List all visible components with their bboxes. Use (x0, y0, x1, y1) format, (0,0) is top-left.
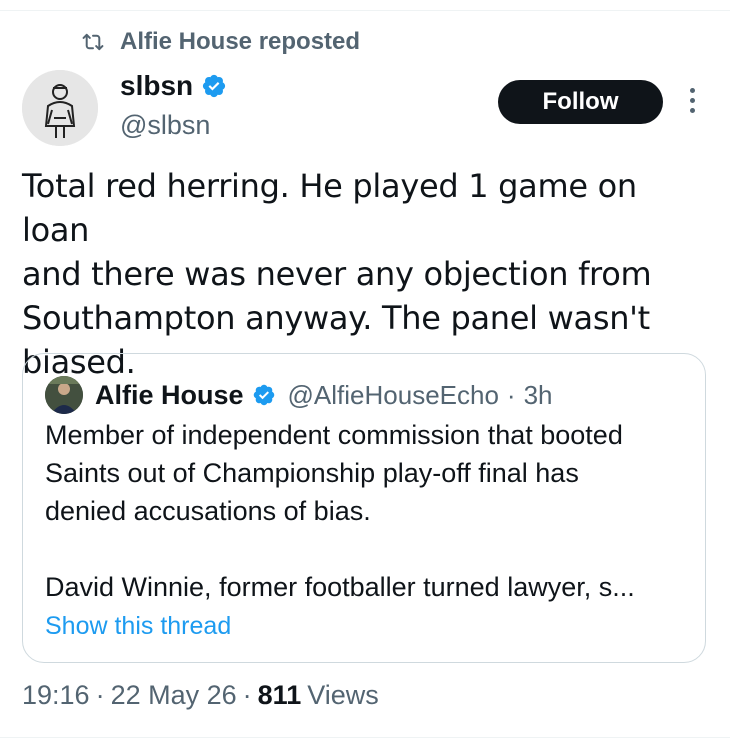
follow-button[interactable]: Follow (498, 80, 663, 124)
quoted-timestamp: 3h (523, 379, 553, 410)
meta-separator: · (95, 680, 105, 710)
meta-separator: · (242, 680, 252, 710)
views-label: Views (307, 680, 379, 710)
author-block: slbsn @slbsn (120, 70, 227, 141)
quoted-author-name: Alfie House (95, 379, 244, 410)
author-name[interactable]: slbsn (120, 70, 193, 102)
more-options-icon[interactable] (686, 88, 698, 116)
quoted-post-header: Alfie House @AlfieHouseEcho · 3h (45, 376, 553, 414)
top-divider (0, 10, 730, 11)
avatar[interactable] (22, 70, 98, 146)
views-count: 811 (257, 680, 302, 710)
post-date[interactable]: 22 May 26 (111, 680, 237, 711)
quoted-post-text-continued: David Winnie, former footballer turned l… (45, 572, 635, 602)
quoted-avatar (45, 376, 83, 414)
quoted-post[interactable]: Alfie House @AlfieHouseEcho · 3h Member … (22, 353, 706, 663)
quoted-author-handle: @AlfieHouseEcho (287, 379, 499, 410)
quoted-separator: · (506, 379, 516, 410)
quoted-post-text: Member of independent commission that bo… (45, 420, 623, 526)
post-text: Total red herring. He played 1 game on l… (22, 167, 652, 381)
repost-indicator[interactable]: Alfie House reposted (82, 28, 360, 56)
author-handle[interactable]: @slbsn (120, 110, 227, 141)
repost-label: Alfie House reposted (120, 28, 361, 55)
repost-icon (82, 33, 104, 51)
post-meta: 19:16 · 22 May 26 · 811 Views (22, 680, 379, 711)
bottom-divider (0, 737, 730, 738)
post-time[interactable]: 19:16 (22, 680, 90, 711)
show-thread-link[interactable]: Show this thread (45, 612, 231, 641)
quoted-verified-badge-icon (252, 383, 276, 407)
verified-badge-icon (201, 73, 227, 99)
